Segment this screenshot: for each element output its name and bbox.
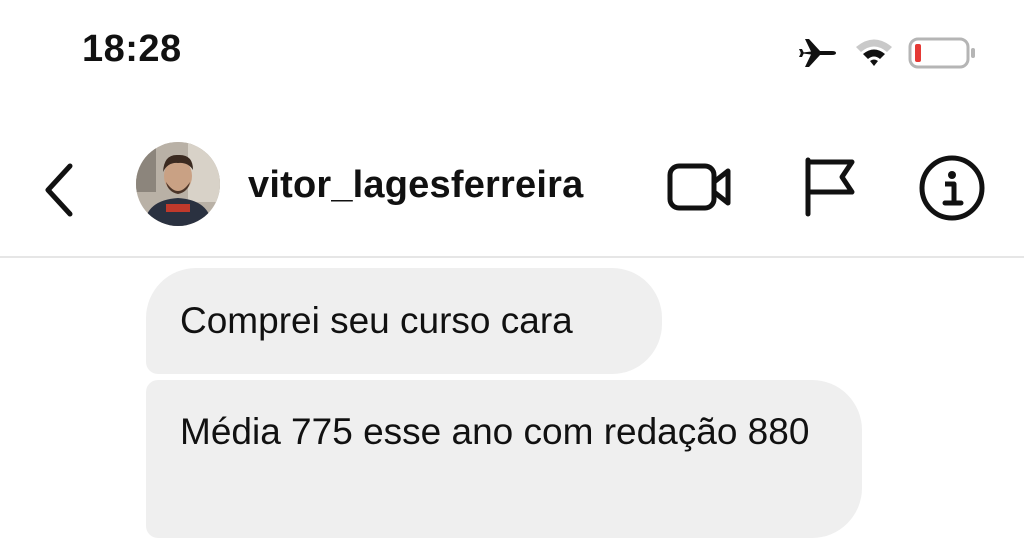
status-time: 18:28 bbox=[82, 28, 182, 70]
header-divider bbox=[0, 256, 1024, 258]
chat-header: vitor_lagesferreira bbox=[0, 130, 1024, 256]
profile-photo bbox=[136, 142, 220, 226]
avatar[interactable] bbox=[136, 142, 220, 226]
flag-icon[interactable] bbox=[800, 156, 858, 218]
message-text: Comprei seu curso cara bbox=[180, 300, 573, 341]
received-message[interactable]: Média 775 esse ano com redação 880 bbox=[146, 380, 862, 538]
battery-icon bbox=[908, 37, 975, 69]
status-bar: 18:28 bbox=[0, 0, 1024, 100]
message-text: Média 775 esse ano com redação 880 bbox=[180, 411, 810, 452]
username[interactable]: vitor_lagesferreira bbox=[248, 164, 583, 207]
info-icon[interactable] bbox=[918, 154, 986, 222]
wifi-icon bbox=[856, 39, 892, 66]
direct-message-screen: 18:28 vitor_lagesferreira Comprei seu cu… bbox=[0, 0, 1024, 539]
airplane-icon bbox=[799, 39, 836, 67]
video-call-icon[interactable] bbox=[666, 158, 734, 216]
back-button[interactable] bbox=[38, 160, 82, 220]
received-message[interactable]: Comprei seu curso cara bbox=[146, 268, 662, 374]
